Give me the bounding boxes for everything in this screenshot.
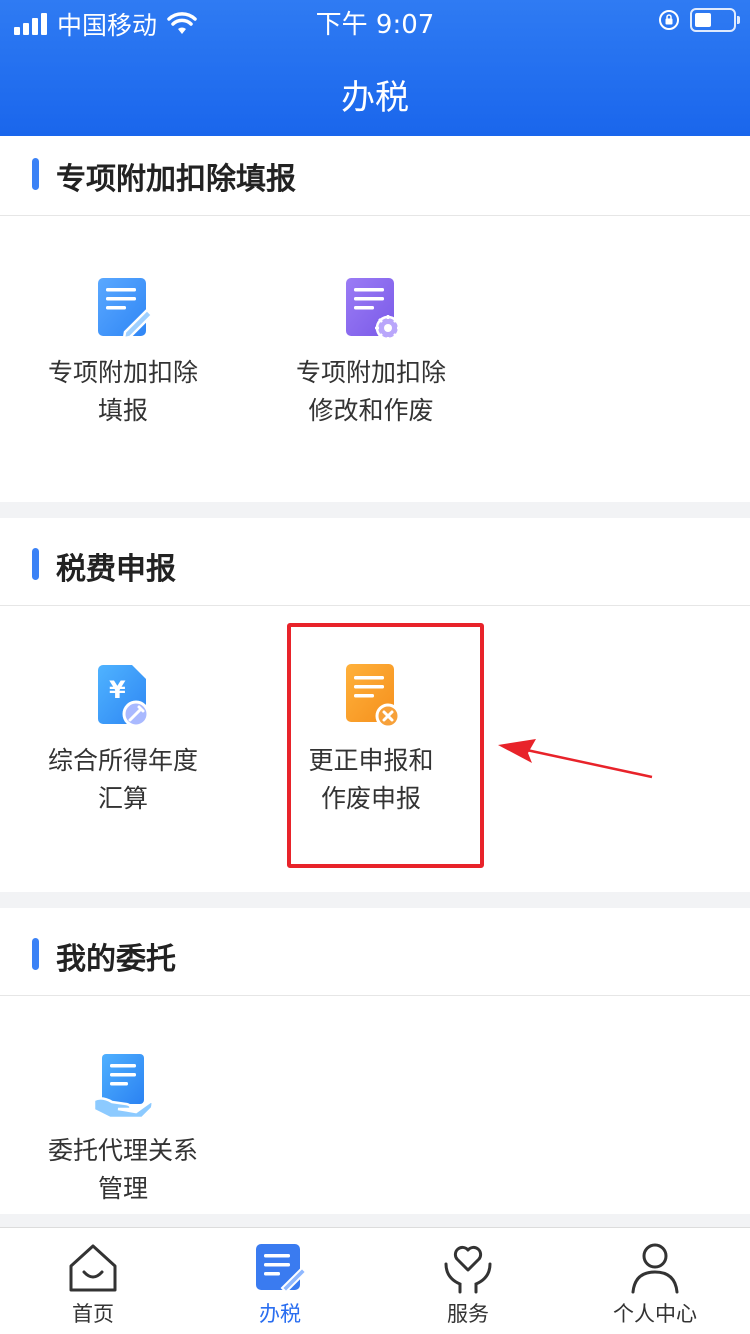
tab-home[interactable]: 首页 [23,1242,163,1328]
tile-label: 专项附加扣除 修改和作废 [295,358,446,425]
tax-document-icon [256,1244,306,1294]
document-hand-icon [92,1054,154,1120]
tile-label: 委托代理关系 管理 [47,1136,198,1203]
tab-tax[interactable]: 办税 [210,1242,350,1328]
status-bar: 中国移动 下午 9:07 [0,0,750,40]
tab-label: 首页 [72,1302,114,1326]
tile-agency-relationship[interactable]: 委托代理关系 管理 [13,1054,233,1208]
home-icon [69,1244,117,1292]
highlight-box [287,623,484,868]
tile-special-deduction-modify[interactable]: 专项附加扣除 修改和作废 [261,276,481,430]
heart-hands-icon [444,1245,492,1294]
page-title: 办税 [341,78,409,118]
section-accent-bar [32,158,39,190]
tab-label: 个人中心 [613,1302,697,1326]
section-accent-bar [32,548,39,580]
section-accent-bar [32,938,39,970]
rotation-lock-icon [659,10,679,30]
section-special-deduction: 专项附加扣除填报 专项附加扣除 填报 专项附加扣除 修改和作废 [0,136,750,502]
svg-text:¥: ¥ [109,676,126,704]
tile-annual-settlement[interactable]: ¥ 综合所得年度 汇算 [13,664,233,818]
battery-icon [690,8,740,32]
tab-label: 服务 [447,1302,489,1326]
app-header: 中国移动 下午 9:07 办税 [0,0,750,136]
arrow-annotation [498,739,653,779]
section-my-delegation: 我的委托 委托代理关系 管理 [0,908,750,1214]
tab-label: 办税 [259,1302,301,1326]
document-edit-icon [98,278,154,340]
section-header: 专项附加扣除填报 [0,136,750,216]
section-header: 我的委托 [0,916,750,996]
tab-personal-center[interactable]: 个人中心 [585,1242,725,1328]
tile-special-deduction-fill[interactable]: 专项附加扣除 填报 [13,276,233,430]
status-time: 下午 9:07 [315,10,435,40]
section-title: 税费申报 [56,552,176,587]
tile-label: 专项附加扣除 填报 [47,358,198,425]
section-title: 专项附加扣除填报 [56,162,296,197]
yuan-document-icon: ¥ [98,665,150,728]
document-settings-icon [346,278,401,341]
person-icon [631,1243,679,1294]
section-header: 税费申报 [0,526,750,606]
bottom-tab-bar: 首页 办税 服务 个人中心 [0,1227,750,1334]
section-title: 我的委托 [56,942,176,977]
tile-label: 综合所得年度 汇算 [47,746,198,813]
tab-service[interactable]: 服务 [398,1242,538,1328]
